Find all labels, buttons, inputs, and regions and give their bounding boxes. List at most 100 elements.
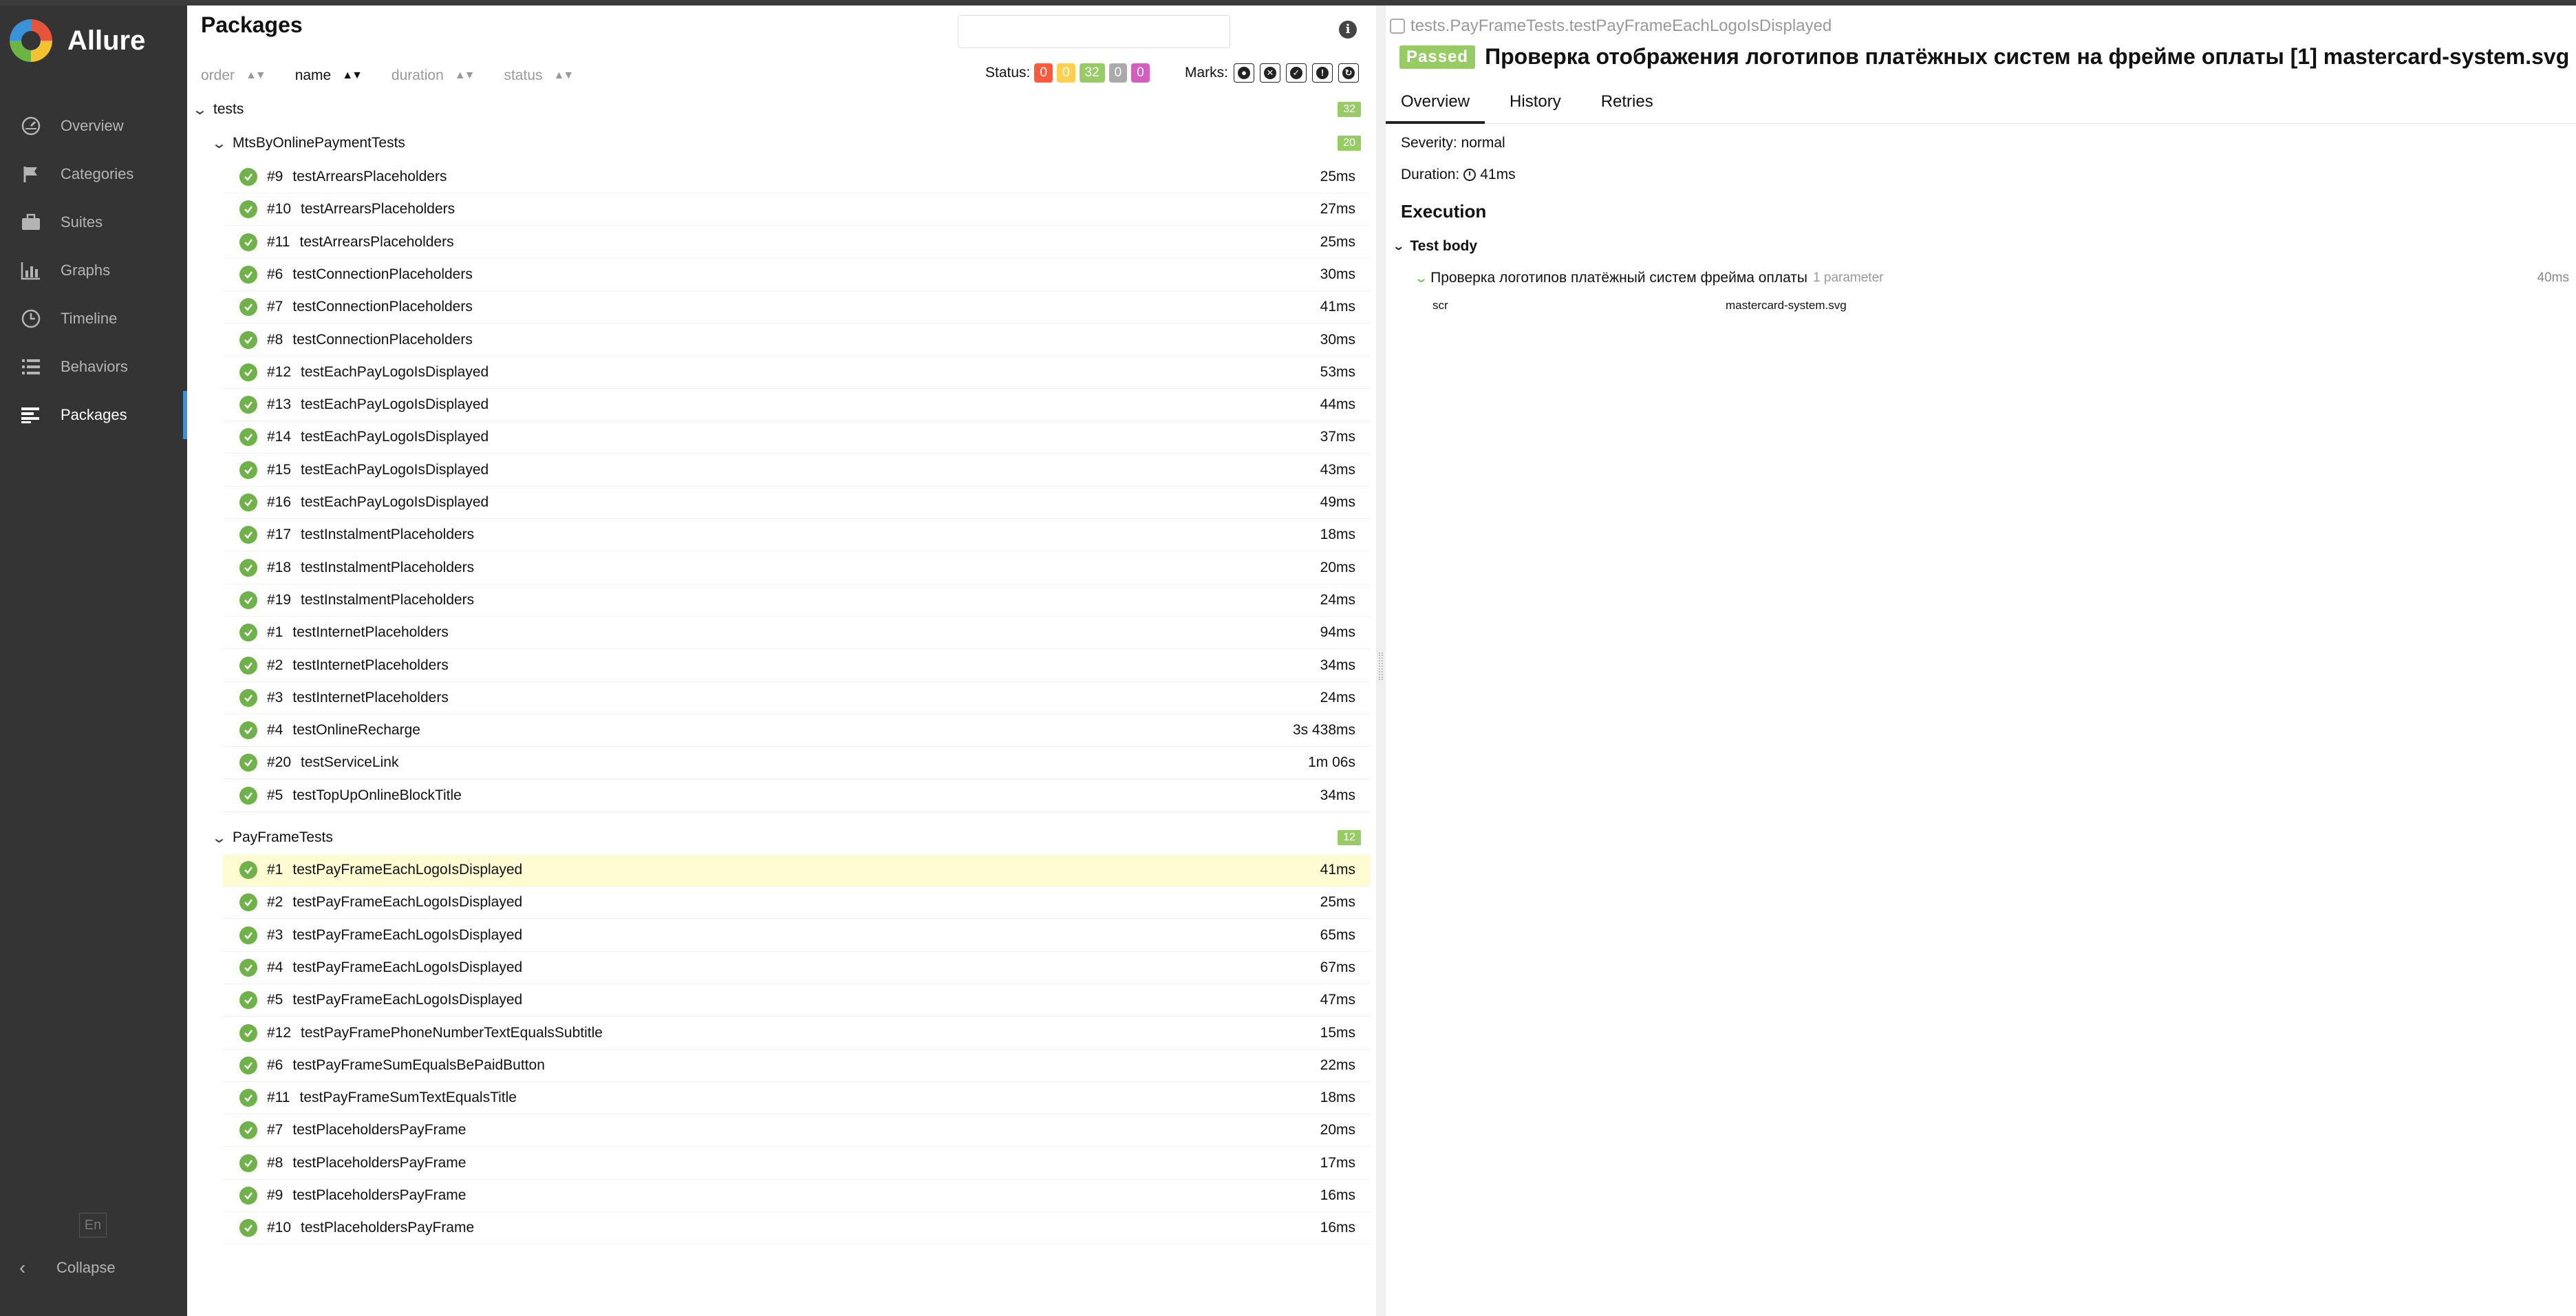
test-row[interactable]: #17 testInstalmentPlaceholders 18ms	[223, 519, 1371, 552]
status-passed-toggle[interactable]: 32	[1079, 63, 1105, 83]
test-row[interactable]: #19 testInstalmentPlaceholders 24ms	[223, 584, 1371, 617]
test-name: testPlaceholdersPayFrame	[292, 1122, 466, 1138]
status-label: Status:	[985, 65, 1031, 81]
test-duration: 25ms	[1320, 169, 1355, 184]
test-number: #4	[267, 959, 283, 975]
test-body-toggle[interactable]: ⌄ Test body	[1392, 238, 1477, 255]
test-row[interactable]: #1 testPayFrameEachLogoIsDisplayed 41ms	[223, 854, 1371, 887]
sidebar-item-categories[interactable]: Categories	[0, 150, 187, 198]
test-name: testPayFrameEachLogoIsDisplayed	[292, 959, 523, 975]
test-row[interactable]: #11 testArrearsPlaceholders 25ms	[223, 226, 1371, 259]
step-row[interactable]: ⌄ Проверка логотипов платёжный систем фр…	[1414, 270, 2569, 286]
flaky-mark-toggle[interactable]: ●	[1234, 63, 1254, 83]
test-row[interactable]: #15 testEachPayLogoIsDisplayed 43ms	[223, 454, 1371, 487]
test-row[interactable]: #6 testPayFrameSumEqualsBePaidButton 22ms	[223, 1050, 1371, 1082]
tree-node-tests[interactable]: ⌄ tests 32	[187, 94, 1371, 125]
tab-retries[interactable]: Retries	[1586, 83, 1668, 124]
sort-duration-button[interactable]: duration ▲▼	[391, 67, 475, 84]
exclamation-icon: !	[1316, 67, 1329, 79]
test-row[interactable]: #12 testPayFramePhoneNumberTextEqualsSubt…	[223, 1017, 1371, 1050]
test-row[interactable]: #18 testInstalmentPlaceholders 20ms	[223, 552, 1371, 584]
test-duration: 25ms	[1320, 894, 1355, 911]
test-row[interactable]: #10 testArrearsPlaceholders 27ms	[223, 193, 1371, 226]
new-broken-mark-toggle[interactable]: !	[1312, 63, 1333, 83]
passed-check-icon	[239, 200, 257, 219]
status-broken-toggle[interactable]: 0	[1056, 63, 1075, 83]
info-icon[interactable]: i	[1339, 21, 1357, 39]
pane-splitter[interactable]	[1376, 6, 1386, 1316]
tab-history[interactable]: History	[1494, 83, 1576, 124]
test-name: testConnectionPlaceholders	[292, 299, 473, 315]
test-row[interactable]: #9 testArrearsPlaceholders 25ms	[223, 161, 1371, 193]
sort-name-button[interactable]: name ▲▼	[295, 67, 363, 84]
sidebar-item-packages[interactable]: Packages	[0, 391, 187, 439]
test-number: #6	[267, 1057, 283, 1073]
test-row[interactable]: #1 testInternetPlaceholders 94ms	[223, 617, 1371, 650]
test-row[interactable]: #9 testPlaceholdersPayFrame 16ms	[223, 1180, 1371, 1212]
test-row[interactable]: #12 testEachPayLogoIsDisplayed 53ms	[223, 357, 1371, 389]
test-row[interactable]: #6 testConnectionPlaceholders 30ms	[223, 259, 1371, 291]
step-name: Проверка логотипов платёжный систем фрей…	[1430, 270, 1808, 286]
test-row[interactable]: #16 testEachPayLogoIsDisplayed 49ms	[223, 487, 1371, 519]
sidebar-item-timeline[interactable]: Timeline	[0, 295, 187, 343]
tree-node-group-1[interactable]: ⌄ MtsByOnlinePaymentTests 20	[187, 127, 1371, 159]
retries-mark-toggle[interactable]: ↻	[1338, 63, 1359, 83]
test-row[interactable]: #4 testOnlineRecharge 3s 438ms	[223, 714, 1371, 747]
new-passed-mark-toggle[interactable]: ✓	[1286, 63, 1307, 83]
test-name: testPlaceholdersPayFrame	[292, 1154, 466, 1171]
test-row[interactable]: #8 testConnectionPlaceholders 30ms	[223, 324, 1371, 357]
sidebar-nav: Overview Categories Suites Graphs Timeli…	[0, 102, 187, 439]
test-number: #16	[267, 494, 292, 510]
sidebar-item-label: Categories	[61, 165, 134, 182]
test-row[interactable]: #10 testPlaceholdersPayFrame 16ms	[223, 1212, 1371, 1245]
severity-text: Severity: normal	[1401, 135, 1505, 151]
sidebar-item-overview[interactable]: Overview	[0, 102, 187, 150]
tab-overview[interactable]: Overview	[1386, 83, 1485, 124]
test-row[interactable]: #7 testConnectionPlaceholders 41ms	[223, 291, 1371, 324]
test-row[interactable]: #14 testEachPayLogoIsDisplayed 37ms	[223, 421, 1371, 454]
test-number: #11	[267, 1090, 290, 1106]
count-badge: 32	[1338, 102, 1361, 117]
test-row[interactable]: #8 testPlaceholdersPayFrame 17ms	[223, 1147, 1371, 1180]
test-row[interactable]: #5 testPayFrameEachLogoIsDisplayed 47ms	[223, 984, 1371, 1017]
new-failed-mark-toggle[interactable]: ✕	[1260, 63, 1280, 83]
test-row[interactable]: #11 testPayFrameSumTextEqualsTitle 18ms	[223, 1082, 1371, 1115]
language-switch[interactable]: En	[79, 1213, 107, 1238]
sidebar-item-behaviors[interactable]: Behaviors	[0, 343, 187, 391]
search-input[interactable]	[958, 15, 1230, 48]
test-row[interactable]: #2 testInternetPlaceholders 34ms	[223, 650, 1371, 682]
parameter-row: scr mastercard-system.svg	[1432, 299, 1847, 312]
test-row[interactable]: #5 testTopUpOnlineBlockTitle 34ms	[223, 780, 1371, 812]
test-number: #19	[267, 591, 292, 608]
sidebar-item-suites[interactable]: Suites	[0, 198, 187, 246]
node-label: tests	[213, 101, 244, 117]
test-row[interactable]: #3 testPayFrameEachLogoIsDisplayed 65ms	[223, 920, 1371, 952]
test-number: #13	[267, 396, 292, 413]
test-row[interactable]: #2 testPayFrameEachLogoIsDisplayed 25ms	[223, 887, 1371, 920]
passed-check-icon	[239, 991, 257, 1010]
test-row[interactable]: #3 testInternetPlaceholders 24ms	[223, 682, 1371, 714]
status-unknown-toggle[interactable]: 0	[1131, 63, 1150, 83]
test-number: #18	[267, 559, 292, 575]
bomb-icon: ●	[1238, 67, 1250, 79]
count-badge: 12	[1338, 830, 1361, 845]
copy-icon[interactable]	[1390, 19, 1405, 34]
collapse-button[interactable]: ‹ Collapse	[19, 1257, 116, 1279]
passed-check-icon	[239, 265, 257, 284]
passed-check-icon	[239, 754, 257, 772]
logo[interactable]: Allure	[10, 19, 145, 62]
sort-order-button[interactable]: order ▲▼	[201, 67, 266, 84]
status-skipped-toggle[interactable]: 0	[1108, 63, 1128, 83]
status-failed-toggle[interactable]: 0	[1034, 63, 1053, 83]
test-row[interactable]: #13 testEachPayLogoIsDisplayed 44ms	[223, 389, 1371, 422]
test-row[interactable]: #4 testPayFrameEachLogoIsDisplayed 67ms	[223, 952, 1371, 984]
title-row: Passed Проверка отображения логотипов пл…	[1399, 44, 2569, 70]
test-row[interactable]: #7 testPlaceholdersPayFrame 20ms	[223, 1114, 1371, 1147]
test-number: #2	[267, 894, 283, 911]
test-number: #1	[267, 624, 283, 641]
tree-node-group-2[interactable]: ⌄ PayFrameTests 12	[187, 822, 1371, 853]
test-duration: 24ms	[1320, 591, 1355, 608]
sidebar-item-graphs[interactable]: Graphs	[0, 246, 187, 295]
test-row[interactable]: #20 testServiceLink 1m 06s	[223, 747, 1371, 780]
sort-status-button[interactable]: status ▲▼	[504, 67, 574, 84]
